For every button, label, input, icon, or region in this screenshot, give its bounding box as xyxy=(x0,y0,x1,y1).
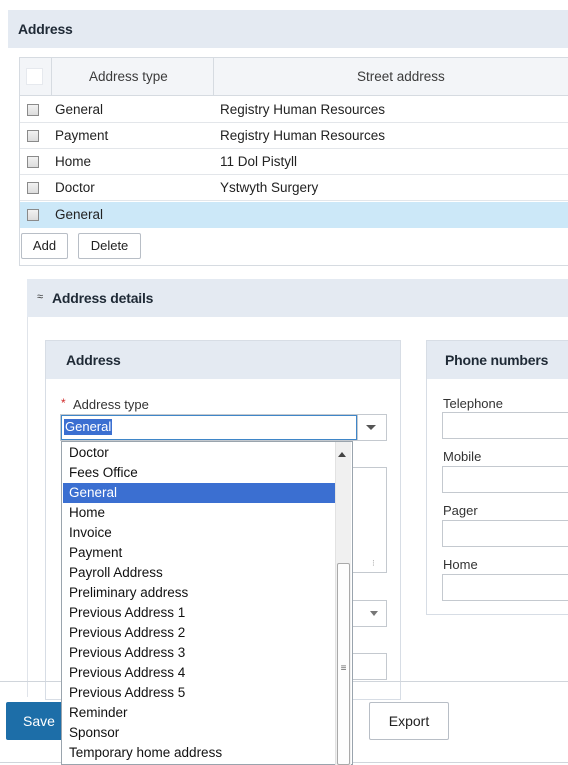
street-address-textarea[interactable] xyxy=(352,467,387,573)
column-header-address-type[interactable]: Address type xyxy=(89,69,168,84)
telephone-field[interactable] xyxy=(442,412,568,439)
address-type-dropdown-list[interactable]: Doctor Fees Office General Home Invoice Payme… xyxy=(61,441,353,765)
dropdown-option[interactable]: Fees Office xyxy=(63,463,351,483)
dropdown-option[interactable]: Sponsor xyxy=(63,723,351,743)
address-type-label: Address type xyxy=(73,397,149,412)
row-checkbox[interactable] xyxy=(27,156,39,168)
header-divider xyxy=(213,58,214,96)
dropdown-option[interactable]: Previous Address 3 xyxy=(63,643,351,663)
select-all-checkbox[interactable] xyxy=(26,68,43,85)
phone-numbers-title: Phone numbers xyxy=(445,352,549,368)
dropdown-option[interactable]: Doctor xyxy=(63,443,351,463)
street-address-cell: 11 Dol Pistyll xyxy=(220,154,298,169)
dropdown-option[interactable]: Previous Address 2 xyxy=(63,623,351,643)
postcode-field[interactable] xyxy=(352,653,387,680)
address-type-cell: Payment xyxy=(55,128,109,143)
table-row[interactable]: General Registry Human Resources xyxy=(20,97,568,123)
scroll-up-arrow-icon[interactable] xyxy=(338,452,346,457)
resize-grip-icon[interactable]: ⁝ xyxy=(372,558,375,569)
dropdown-option[interactable]: Payment xyxy=(63,543,351,563)
export-button[interactable]: Export xyxy=(369,702,449,740)
dropdown-option[interactable]: Home xyxy=(63,503,351,523)
home-phone-label: Home xyxy=(443,557,478,572)
address-section-title: Address xyxy=(18,21,73,37)
address-section-header xyxy=(8,10,568,48)
street-address-cell: Registry Human Resources xyxy=(220,102,386,117)
chevron-down-icon[interactable] xyxy=(370,611,378,616)
address-type-value[interactable]: General xyxy=(64,419,113,435)
dropdown-option[interactable]: Previous Address 4 xyxy=(63,663,351,683)
delete-button[interactable]: Delete xyxy=(78,233,141,259)
pager-field[interactable] xyxy=(442,520,568,547)
mobile-label: Mobile xyxy=(443,449,482,464)
dropdown-option[interactable]: Previous Address 5 xyxy=(63,683,351,703)
dropdown-option[interactable]: Preliminary address xyxy=(63,583,351,603)
address-type-cell: Doctor xyxy=(55,180,95,195)
address-type-cell: General xyxy=(55,207,104,222)
dropdown-option[interactable]: Reminder xyxy=(63,703,351,723)
address-panel-title: Address xyxy=(66,352,121,368)
table-row[interactable]: Home 11 Dol Pistyll xyxy=(20,149,568,175)
dropdown-option[interactable]: Previous Address 1 xyxy=(63,603,351,623)
address-type-cell: General xyxy=(55,102,104,117)
row-checkbox[interactable] xyxy=(27,209,39,221)
row-checkbox[interactable] xyxy=(27,130,39,142)
table-row-selected[interactable]: General xyxy=(20,202,568,228)
chevron-up-icon[interactable]: ≈ xyxy=(37,291,43,303)
row-checkbox[interactable] xyxy=(27,182,39,194)
column-header-street-address[interactable]: Street address xyxy=(357,69,445,84)
dropdown-option[interactable]: Temporary home address xyxy=(63,743,351,763)
address-details-title: Address details xyxy=(52,290,154,306)
table-row[interactable]: Doctor Ystwyth Surgery xyxy=(20,175,568,201)
header-divider xyxy=(51,58,52,96)
pager-label: Pager xyxy=(443,503,478,518)
mobile-field[interactable] xyxy=(442,466,568,493)
street-address-cell: Ystwyth Surgery xyxy=(220,180,319,195)
save-button[interactable]: Save xyxy=(6,702,66,740)
street-address-cell: Registry Human Resources xyxy=(220,128,386,143)
add-button[interactable]: Add xyxy=(21,233,68,259)
telephone-label: Telephone xyxy=(443,396,503,411)
home-phone-field[interactable] xyxy=(442,574,568,601)
table-row[interactable]: Payment Registry Human Resources xyxy=(20,123,568,149)
required-marker: * xyxy=(61,396,66,410)
chevron-down-icon[interactable] xyxy=(366,425,376,430)
row-checkbox[interactable] xyxy=(27,104,39,116)
scrollbar-grip-icon: ≡ xyxy=(340,663,347,674)
address-type-cell: Home xyxy=(55,154,92,169)
dropdown-option[interactable]: Invoice xyxy=(63,523,351,543)
dropdown-option[interactable]: General xyxy=(63,483,351,503)
dropdown-option[interactable]: Payroll Address xyxy=(63,563,351,583)
